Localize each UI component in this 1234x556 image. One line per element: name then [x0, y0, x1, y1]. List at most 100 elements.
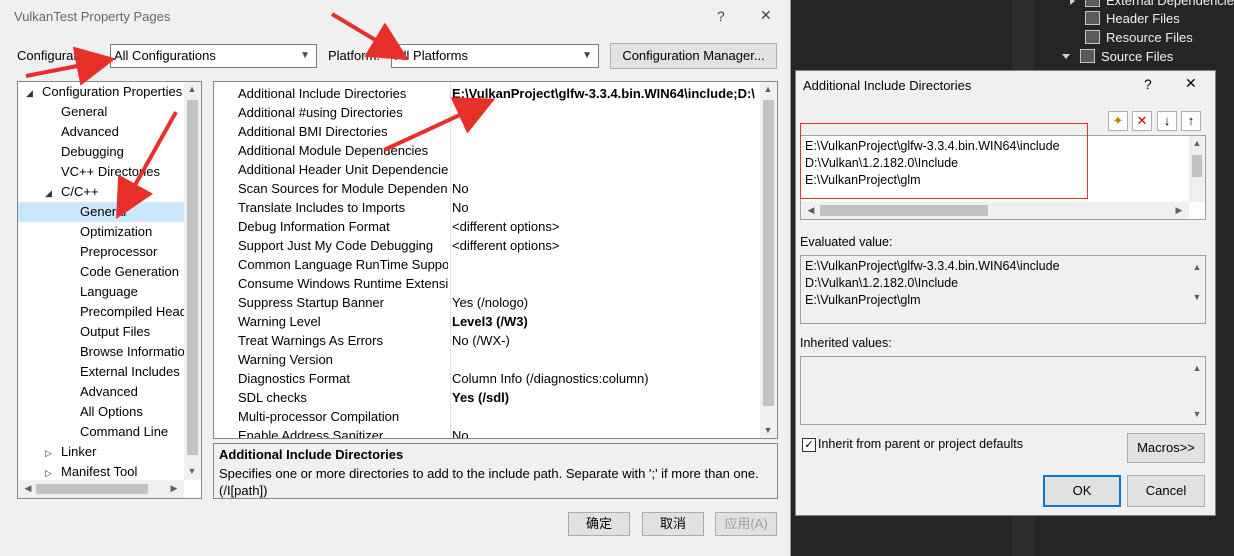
- scroll-down-icon[interactable]: ▼: [1189, 292, 1205, 302]
- property-row[interactable]: Multi-processor Compilation: [214, 407, 760, 426]
- move-up-icon[interactable]: ↑: [1181, 111, 1201, 131]
- scroll-thumb[interactable]: [36, 484, 148, 494]
- tree-item-resource-files[interactable]: Resource Files: [1085, 28, 1193, 47]
- inner-cancel-button[interactable]: Cancel: [1127, 475, 1205, 507]
- inner-ok-button[interactable]: OK: [1043, 475, 1121, 507]
- tree-item[interactable]: Preprocessor: [64, 242, 157, 262]
- tree-item[interactable]: General: [18, 202, 184, 222]
- delete-icon[interactable]: ✕: [1132, 111, 1152, 131]
- property-value[interactable]: No: [452, 426, 762, 438]
- scroll-left-icon[interactable]: ◀: [20, 483, 36, 494]
- property-value[interactable]: No: [452, 179, 762, 198]
- tree-item[interactable]: Debugging: [45, 142, 124, 162]
- collapse-icon[interactable]: [1062, 54, 1070, 59]
- configuration-dropdown[interactable]: All Configurations ▼: [110, 44, 317, 68]
- scroll-up-icon[interactable]: ▲: [1189, 262, 1205, 272]
- tree-item[interactable]: ◢ Configuration Properties: [26, 82, 182, 102]
- editor-vertical-scrollbar[interactable]: ▲: [1189, 136, 1205, 202]
- help-button[interactable]: ?: [717, 8, 725, 24]
- configuration-manager-button[interactable]: Configuration Manager...: [610, 43, 777, 69]
- property-tree[interactable]: ◢ Configuration Properties General Advanced…: [17, 81, 202, 499]
- tree-item[interactable]: ▷ Linker: [45, 442, 96, 462]
- property-value[interactable]: No: [452, 198, 762, 217]
- tree-item[interactable]: VC++ Directories: [45, 162, 160, 182]
- tree-item[interactable]: Advanced: [45, 122, 119, 142]
- expand-icon[interactable]: ▷: [45, 443, 61, 463]
- property-row[interactable]: Additional Include Directories E:\VulkanP…: [214, 84, 760, 103]
- property-value[interactable]: E:\VulkanProject\glfw-3.3.4.bin.WIN64\in…: [452, 84, 762, 103]
- property-value[interactable]: <different options>: [452, 236, 762, 255]
- property-row[interactable]: SDL checks Yes (/sdl): [214, 388, 760, 407]
- scroll-left-icon[interactable]: ◀: [803, 205, 819, 216]
- tree-item[interactable]: ◢ C/C++: [45, 182, 99, 202]
- tree-item[interactable]: External Includes: [64, 362, 180, 382]
- scroll-up-icon[interactable]: ▲: [184, 84, 200, 94]
- scroll-thumb[interactable]: [763, 100, 774, 406]
- property-row[interactable]: Diagnostics Format Column Info (/diagnost…: [214, 369, 760, 388]
- close-button[interactable]: ✕: [760, 7, 772, 24]
- property-row[interactable]: Translate Includes to Imports No: [214, 198, 760, 217]
- tree-item[interactable]: Browse Informatio: [64, 342, 185, 362]
- tree-item[interactable]: Advanced: [64, 382, 138, 402]
- property-row[interactable]: Debug Information Format <different optio…: [214, 217, 760, 236]
- macros-button[interactable]: Macros>>: [1127, 433, 1205, 463]
- scroll-thumb[interactable]: [820, 205, 988, 216]
- property-row[interactable]: Warning Version: [214, 350, 760, 369]
- tree-horizontal-scrollbar[interactable]: ◀ ▶: [18, 480, 184, 498]
- property-row[interactable]: Additional Header Unit Dependencie: [214, 160, 760, 179]
- new-line-icon[interactable]: ✦: [1108, 111, 1128, 131]
- tree-item[interactable]: Code Generation: [64, 262, 179, 282]
- ok-button[interactable]: 确定: [568, 512, 630, 536]
- property-row[interactable]: Consume Windows Runtime Extensic: [214, 274, 760, 293]
- property-row[interactable]: Scan Sources for Module Dependenc No: [214, 179, 760, 198]
- scroll-thumb[interactable]: [1192, 155, 1202, 177]
- tree-item[interactable]: Command Line: [64, 422, 168, 442]
- inherit-checkbox[interactable]: ✓: [802, 438, 816, 452]
- property-grid[interactable]: Additional Include Directories E:\VulkanP…: [213, 81, 778, 439]
- scroll-down-icon[interactable]: ▼: [760, 425, 776, 435]
- property-value[interactable]: Yes (/nologo): [452, 293, 762, 312]
- tree-vertical-scrollbar[interactable]: ▲ ▼: [184, 82, 201, 480]
- tree-item-source-files[interactable]: Source Files: [1062, 47, 1173, 66]
- tree-item[interactable]: Output Files: [64, 322, 150, 342]
- property-row[interactable]: Treat Warnings As Errors No (/WX-): [214, 331, 760, 350]
- tree-item[interactable]: General: [45, 102, 107, 122]
- tree-item[interactable]: All Options: [64, 402, 143, 422]
- scroll-thumb[interactable]: [187, 100, 198, 455]
- scroll-up-icon[interactable]: ▲: [1189, 363, 1205, 373]
- scroll-up-icon[interactable]: ▲: [1189, 138, 1205, 148]
- property-value[interactable]: Yes (/sdl): [452, 388, 762, 407]
- move-down-icon[interactable]: ↓: [1157, 111, 1177, 131]
- property-row[interactable]: Warning Level Level3 (/W3): [214, 312, 760, 331]
- property-value[interactable]: Level3 (/W3): [452, 312, 762, 331]
- help-button[interactable]: ?: [1144, 76, 1152, 92]
- scroll-right-icon[interactable]: ▶: [1171, 205, 1187, 216]
- property-row[interactable]: Suppress Startup Banner Yes (/nologo): [214, 293, 760, 312]
- property-row[interactable]: Common Language RunTime Suppo: [214, 255, 760, 274]
- property-row[interactable]: Additional BMI Directories: [214, 122, 760, 141]
- scroll-up-icon[interactable]: ▲: [760, 84, 776, 94]
- scroll-down-icon[interactable]: ▼: [184, 466, 200, 476]
- tree-item[interactable]: ▷ Manifest Tool: [45, 462, 137, 482]
- tree-item[interactable]: Language: [64, 282, 138, 302]
- tree-item-header-files[interactable]: Header Files: [1085, 9, 1180, 28]
- expand-icon[interactable]: [1070, 0, 1075, 5]
- property-row[interactable]: Support Just My Code Debugging <different…: [214, 236, 760, 255]
- property-value[interactable]: <different options>: [452, 217, 762, 236]
- collapse-icon[interactable]: ◢: [45, 183, 61, 203]
- scroll-right-icon[interactable]: ▶: [166, 483, 182, 494]
- property-value[interactable]: No (/WX-): [452, 331, 762, 350]
- editor-horizontal-scrollbar[interactable]: ◀ ▶: [801, 202, 1189, 219]
- platform-dropdown[interactable]: All Platforms ▼: [391, 44, 599, 68]
- tree-item[interactable]: Precompiled Heade: [64, 302, 194, 322]
- cancel-button[interactable]: 取消: [642, 512, 704, 536]
- property-row[interactable]: Additional Module Dependencies: [214, 141, 760, 160]
- apply-button[interactable]: 应用(A): [715, 512, 777, 536]
- scroll-down-icon[interactable]: ▼: [1189, 409, 1205, 419]
- tree-item[interactable]: Optimization: [64, 222, 152, 242]
- property-row[interactable]: Additional #using Directories: [214, 103, 760, 122]
- grid-vertical-scrollbar[interactable]: ▲ ▼: [760, 82, 777, 438]
- property-value[interactable]: Column Info (/diagnostics:column): [452, 369, 762, 388]
- close-button[interactable]: ✕: [1185, 75, 1197, 92]
- property-row[interactable]: Enable Address Sanitizer No: [214, 426, 762, 438]
